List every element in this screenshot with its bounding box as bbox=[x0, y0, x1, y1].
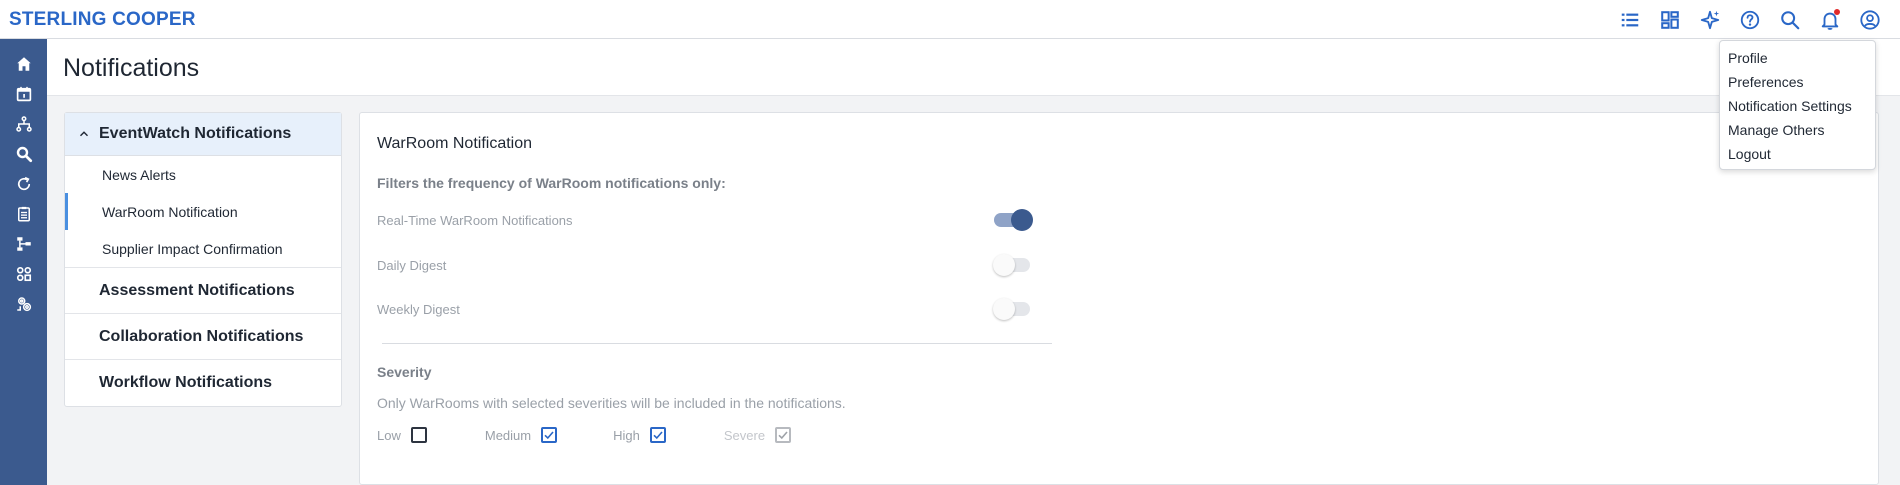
chevron-up-icon bbox=[79, 129, 89, 139]
menu-item-profile[interactable]: Profile bbox=[1720, 46, 1875, 70]
toggle-row-real-time: Real-Time WarRoom Notifications bbox=[377, 209, 1052, 233]
eventwatch-sub-list: News Alerts WarRoom Notification Supplie… bbox=[65, 156, 341, 267]
toggle-knob bbox=[1011, 209, 1033, 231]
group-collaboration-notifications[interactable]: Collaboration Notifications bbox=[65, 313, 341, 359]
search-zoom-icon[interactable] bbox=[0, 139, 47, 169]
toggle-label-daily-digest: Daily Digest bbox=[377, 258, 447, 273]
divider bbox=[382, 343, 1052, 344]
sub-item-warroom-notification[interactable]: WarRoom Notification bbox=[65, 193, 341, 230]
group-eventwatch-label: EventWatch Notifications bbox=[99, 125, 292, 142]
severity-severe-label: Severe bbox=[723, 427, 766, 443]
severity-medium-label: Medium bbox=[484, 427, 532, 443]
severity-low: Low bbox=[377, 427, 427, 443]
menu-item-notification-settings[interactable]: Notification Settings bbox=[1720, 94, 1875, 118]
severity-severe-checkbox bbox=[775, 427, 792, 443]
top-bar: STERLING COOPER bbox=[0, 0, 1900, 39]
flow-icon[interactable] bbox=[0, 229, 47, 259]
panel-subtitle: Filters the frequency of WarRoom notific… bbox=[377, 175, 726, 191]
severity-low-checkbox[interactable] bbox=[410, 427, 427, 443]
group-assessment-notifications[interactable]: Assessment Notifications bbox=[65, 267, 341, 313]
severity-high: High bbox=[613, 427, 666, 443]
toggle-knob bbox=[993, 254, 1015, 276]
menu-item-logout[interactable]: Logout bbox=[1720, 142, 1875, 166]
apps-icon[interactable] bbox=[0, 259, 47, 289]
severity-options: Low Medium High Severe bbox=[377, 427, 821, 443]
severity-severe: Severe bbox=[723, 427, 792, 443]
list-icon[interactable] bbox=[1610, 0, 1650, 39]
hierarchy-icon[interactable] bbox=[0, 109, 47, 139]
daily-digest-toggle[interactable] bbox=[993, 254, 1030, 276]
user-menu-dropdown: Profile Preferences Notification Setting… bbox=[1719, 40, 1876, 170]
dashboard-icon[interactable] bbox=[1650, 0, 1690, 39]
page-title: Notifications bbox=[63, 54, 200, 82]
check-icon bbox=[778, 431, 788, 440]
group-workflow-notifications[interactable]: Workflow Notifications bbox=[65, 359, 341, 405]
menu-item-preferences[interactable]: Preferences bbox=[1720, 70, 1875, 94]
page-header: Notifications bbox=[47, 39, 1900, 96]
panel-title: WarRoom Notification bbox=[377, 135, 533, 152]
warroom-settings-panel: WarRoom Notification Filters the frequen… bbox=[359, 112, 1879, 485]
left-rail bbox=[0, 39, 47, 485]
real-time-toggle[interactable] bbox=[994, 209, 1033, 231]
weekly-digest-toggle[interactable] bbox=[993, 298, 1030, 320]
severity-high-checkbox[interactable] bbox=[649, 427, 666, 443]
sub-item-supplier-impact-confirmation[interactable]: Supplier Impact Confirmation bbox=[65, 230, 341, 267]
clipboard-icon[interactable] bbox=[0, 199, 47, 229]
notification-categories-menu: EventWatch Notifications News Alerts War… bbox=[64, 112, 342, 407]
severity-low-label: Low bbox=[377, 427, 401, 443]
toggle-knob bbox=[993, 298, 1015, 320]
home-icon[interactable] bbox=[0, 49, 47, 79]
refresh-icon[interactable] bbox=[0, 169, 47, 199]
toggle-label-real-time: Real-Time WarRoom Notifications bbox=[377, 213, 573, 228]
menu-item-manage-others[interactable]: Manage Others bbox=[1720, 118, 1875, 142]
sub-item-news-alerts[interactable]: News Alerts bbox=[65, 156, 341, 193]
toggle-row-weekly-digest: Weekly Digest bbox=[377, 298, 1052, 322]
calendar-icon[interactable] bbox=[0, 79, 47, 109]
bell-icon[interactable] bbox=[1810, 0, 1850, 39]
toggle-row-daily-digest: Daily Digest bbox=[377, 254, 1052, 278]
toggle-label-weekly-digest: Weekly Digest bbox=[377, 302, 460, 317]
severity-description: Only WarRooms with selected severities w… bbox=[377, 395, 846, 411]
user-icon[interactable] bbox=[1850, 0, 1890, 39]
severity-title: Severity bbox=[377, 364, 432, 380]
search-icon[interactable] bbox=[1770, 0, 1810, 39]
check-icon bbox=[544, 431, 554, 440]
brand-logo[interactable]: STERLING COOPER bbox=[9, 9, 196, 31]
severity-medium: Medium bbox=[484, 427, 558, 443]
settings-icon[interactable] bbox=[0, 289, 47, 319]
sparkle-icon[interactable] bbox=[1690, 0, 1730, 39]
help-icon[interactable] bbox=[1730, 0, 1770, 39]
severity-medium-checkbox[interactable] bbox=[541, 427, 558, 443]
check-icon bbox=[653, 431, 663, 440]
top-icons bbox=[1610, 0, 1890, 39]
notification-dot bbox=[1834, 9, 1840, 15]
severity-high-label: High bbox=[613, 427, 640, 443]
group-eventwatch-notifications[interactable]: EventWatch Notifications bbox=[65, 113, 341, 156]
